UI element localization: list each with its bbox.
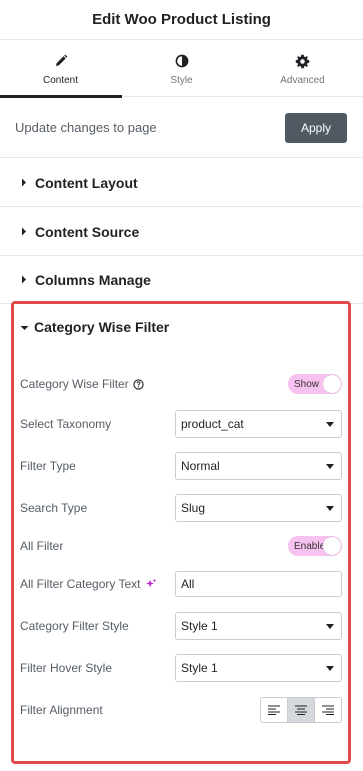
page-title: Edit Woo Product Listing xyxy=(92,11,271,28)
filter-alignment-label: Filter Alignment xyxy=(20,703,103,717)
caret-right-icon xyxy=(21,227,31,236)
tab-bar: Content Style Advanced xyxy=(0,40,363,98)
chevron-down-icon xyxy=(326,665,334,671)
select-value: Slug xyxy=(181,501,206,515)
filter-alignment-group xyxy=(260,697,342,723)
tab-style-label: Style xyxy=(170,75,193,86)
align-left-icon xyxy=(268,705,280,715)
section-category-wise-filter[interactable]: Category Wise Filter xyxy=(0,304,363,350)
chevron-down-icon xyxy=(326,421,334,427)
caret-right-icon xyxy=(21,178,31,187)
search-type-label: Search Type xyxy=(20,501,88,515)
section-label: Columns Manage xyxy=(35,271,151,288)
ai-sparkle-icon[interactable] xyxy=(145,578,157,590)
align-center-button[interactable] xyxy=(288,698,315,722)
category-filter-style-dropdown[interactable]: Style 1 xyxy=(175,612,342,640)
search-type-dropdown[interactable]: Slug xyxy=(175,494,342,522)
apply-button[interactable]: Apply xyxy=(285,112,347,143)
section-label: Category Wise Filter xyxy=(34,319,170,335)
gear-icon xyxy=(295,53,311,69)
caret-right-icon xyxy=(21,275,31,284)
align-center-icon xyxy=(295,705,307,715)
toggle-knob xyxy=(323,375,341,393)
control-label: All Filter Category Text xyxy=(20,577,157,591)
align-right-icon xyxy=(322,705,334,715)
all-filter-toggle[interactable]: Enable xyxy=(288,536,342,556)
chevron-down-icon xyxy=(326,505,334,511)
tab-advanced[interactable]: Advanced xyxy=(242,40,363,97)
panel-header: Edit Woo Product Listing xyxy=(0,0,363,40)
filter-hover-style-dropdown[interactable]: Style 1 xyxy=(175,654,342,682)
select-taxonomy-dropdown[interactable]: product_cat xyxy=(175,410,342,438)
pencil-icon xyxy=(53,53,69,69)
tab-advanced-label: Advanced xyxy=(280,75,325,86)
control-filter-alignment: Filter Alignment xyxy=(20,695,342,725)
select-value: product_cat xyxy=(181,417,244,431)
section-label: Content Source xyxy=(35,223,140,240)
all-filter-label: All Filter xyxy=(20,539,64,553)
align-left-button[interactable] xyxy=(261,698,288,722)
all-filter-text-label: All Filter Category Text xyxy=(20,577,141,591)
category-filter-style-label: Category Filter Style xyxy=(20,619,129,633)
filter-type-label: Filter Type xyxy=(20,459,76,473)
filter-type-dropdown[interactable]: Normal xyxy=(175,452,342,480)
help-icon[interactable] xyxy=(133,378,144,390)
select-taxonomy-label: Select Taxonomy xyxy=(20,417,112,431)
tab-style[interactable]: Style xyxy=(121,40,242,97)
select-value: Normal xyxy=(181,459,220,473)
control-label: Category Wise Filter xyxy=(20,377,144,391)
toggle-text: Show xyxy=(294,378,320,390)
select-value: Style 1 xyxy=(181,619,218,633)
chevron-down-icon xyxy=(326,623,334,629)
control-search-type: Search Type Slug xyxy=(20,493,342,523)
category-wise-filter-label: Category Wise Filter xyxy=(20,377,129,391)
toggle-text: Enable xyxy=(294,540,326,552)
control-category-wise-filter: Category Wise Filter Show xyxy=(20,369,342,399)
category-wise-filter-toggle[interactable]: Show xyxy=(288,374,342,394)
caret-down-icon xyxy=(20,318,29,336)
control-all-filter-text: All Filter Category Text xyxy=(20,569,342,599)
section-content-source[interactable]: Content Source xyxy=(0,208,363,256)
filter-hover-style-label: Filter Hover Style xyxy=(20,661,113,675)
half-circle-icon xyxy=(174,53,190,69)
control-filter-hover-style: Filter Hover Style Style 1 xyxy=(20,653,342,683)
control-all-filter: All Filter Enable xyxy=(20,531,342,561)
update-changes-text: Update changes to page xyxy=(15,120,157,135)
section-label: Content Layout xyxy=(35,174,138,191)
all-filter-text-input[interactable] xyxy=(175,571,342,597)
chevron-down-icon xyxy=(326,463,334,469)
select-value: Style 1 xyxy=(181,661,218,675)
section-columns-manage[interactable]: Columns Manage xyxy=(0,256,363,304)
control-select-taxonomy: Select Taxonomy product_cat xyxy=(20,409,342,439)
toggle-knob xyxy=(323,537,341,555)
tab-content[interactable]: Content xyxy=(0,40,122,98)
align-right-button[interactable] xyxy=(315,698,341,722)
tab-content-label: Content xyxy=(42,75,79,86)
section-content-layout[interactable]: Content Layout xyxy=(0,159,363,207)
control-category-filter-style: Category Filter Style Style 1 xyxy=(20,611,342,641)
control-filter-type: Filter Type Normal xyxy=(20,451,342,481)
update-changes-row: Update changes to page Apply xyxy=(0,98,363,158)
